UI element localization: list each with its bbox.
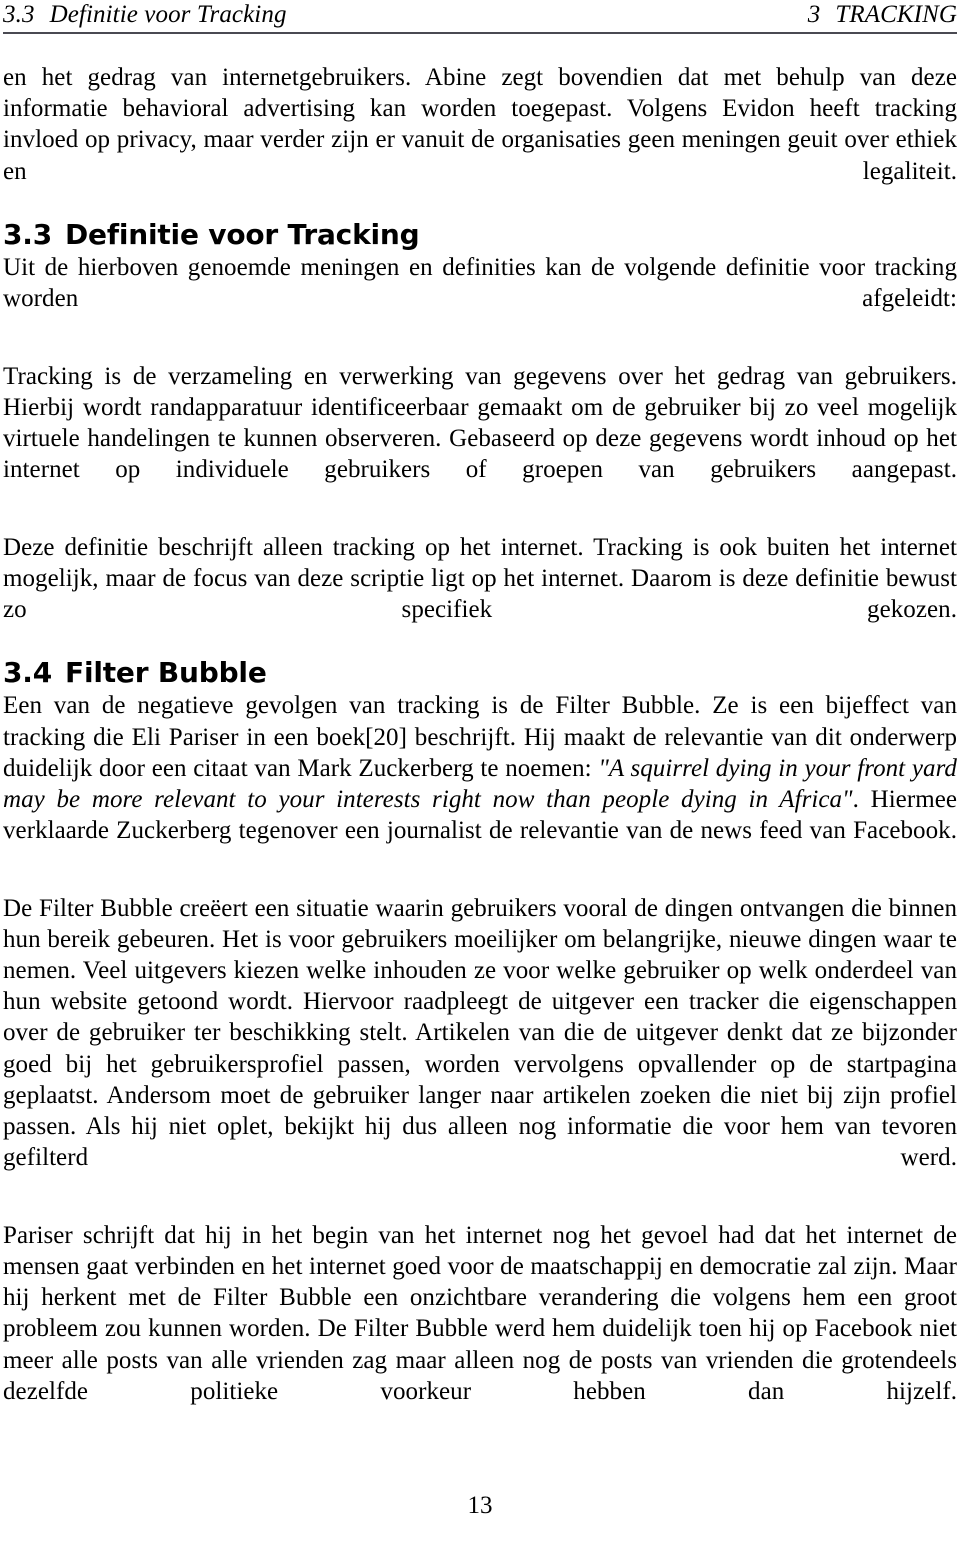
paragraph-bubble-effects: De Filter Bubble creëert een situatie wa… [3, 894, 957, 1172]
running-header-left-number: 3.3 [3, 1, 35, 28]
section-title-3-4: Filter Bubble [65, 656, 267, 690]
running-header-left-title: Definitie voor Tracking [49, 1, 287, 28]
running-header-left: 3.3 Definitie voor Tracking [3, 1, 287, 28]
paragraph-pariser: Pariser schrijft dat hij in het begin va… [3, 1221, 957, 1405]
section-heading-3-4: 3.4 Filter Bubble [3, 656, 957, 690]
running-header-right: 3 TRACKING [808, 1, 957, 28]
section-heading-3-3: 3.3 Definitie voor Tracking [3, 218, 957, 252]
paragraph-definition: Tracking is de verzameling en verwerking… [3, 362, 957, 484]
running-header: 3.3 Definitie voor Tracking 3 TRACKING [3, 0, 957, 28]
paragraph-definition-scope: Deze definitie beschrijft alleen trackin… [3, 533, 957, 624]
paragraph-lead-in: Uit de hierboven genoemde meningen en de… [3, 254, 957, 313]
section-number-3-4: 3.4 [3, 656, 53, 690]
page-number: 13 [467, 1492, 493, 1519]
document-page: 3.3 Definitie voor Tracking 3 TRACKING en … [0, 0, 960, 1546]
section-title-3-3: Definitie voor Tracking [65, 218, 420, 252]
paragraph-intro: en het gedrag van internetgebruikers. Ab… [3, 64, 957, 185]
paragraph-bubble-intro: Een van de negatieve gevolgen van tracki… [3, 690, 957, 877]
section-number-3-3: 3.3 [3, 218, 53, 252]
running-header-right-title: TRACKING [835, 1, 957, 28]
running-header-right-number: 3 [807, 1, 821, 28]
page-content: en het gedrag van internetgebruikers. Ab… [3, 34, 957, 1438]
